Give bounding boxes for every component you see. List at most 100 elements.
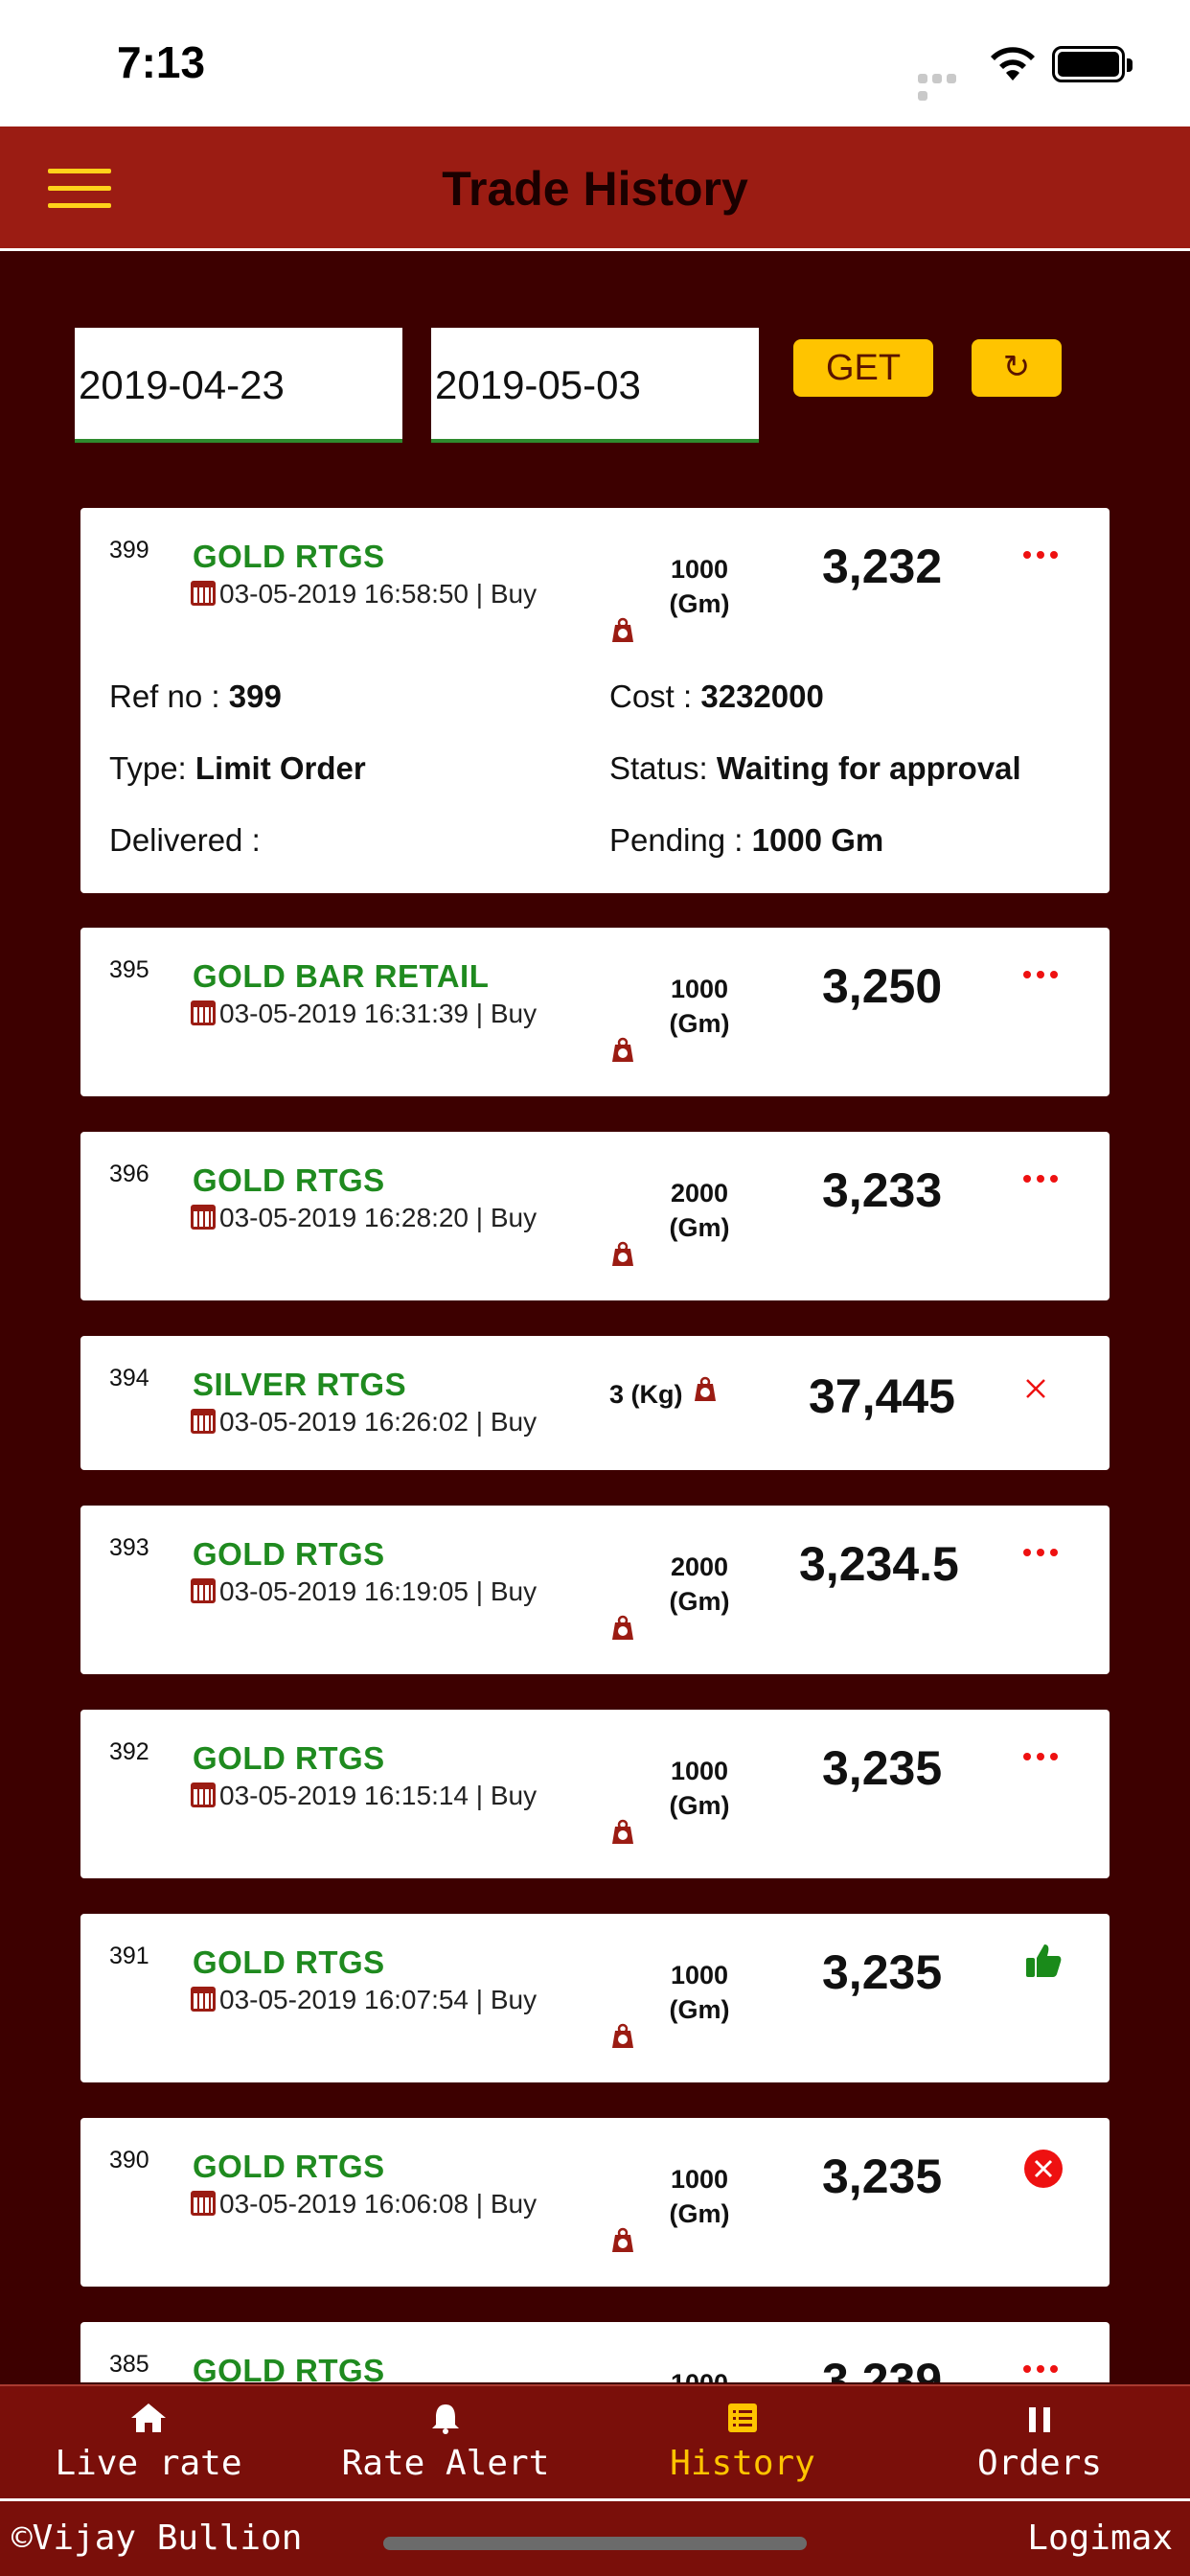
refresh-icon: ↻ bbox=[1002, 349, 1031, 385]
trade-card[interactable]: 392 GOLD RTGS 03-05-2019 16:15:14 | Buy … bbox=[80, 1710, 1110, 1878]
trade-datetime: 03-05-2019 16:06:08 | Buy bbox=[191, 2189, 537, 2220]
calendar-icon bbox=[191, 1578, 216, 1603]
calendar-icon bbox=[191, 581, 216, 606]
product-name: GOLD RTGS bbox=[193, 2353, 385, 2382]
trade-list[interactable]: 399 GOLD RTGS 03-05-2019 16:58:50 | Buy … bbox=[80, 508, 1110, 2382]
pause-icon bbox=[1029, 2407, 1050, 2432]
wifi-icon bbox=[991, 47, 1035, 80]
bottom-nav: Live rate Rate Alert History Orders bbox=[0, 2384, 1190, 2501]
home-icon bbox=[131, 2404, 166, 2432]
trade-card[interactable]: 391 GOLD RTGS 03-05-2019 16:07:54 | Buy … bbox=[80, 1914, 1110, 2082]
bell-icon bbox=[432, 2404, 459, 2434]
battery-icon bbox=[1052, 46, 1133, 82]
order-type: Type: Limit Order bbox=[109, 750, 366, 786]
trade-datetime: 03-05-2019 16:19:05 | Buy bbox=[191, 1576, 537, 1607]
calendar-icon bbox=[191, 1409, 216, 1434]
trade-quantity: 1000 (Gm) bbox=[669, 1757, 730, 1820]
weight-scale-icon bbox=[612, 617, 633, 642]
get-button[interactable]: GET bbox=[793, 339, 933, 397]
weight-scale-icon bbox=[612, 1241, 633, 1266]
trade-rate: 37,445 bbox=[809, 1369, 955, 1423]
weight-scale-icon bbox=[612, 1037, 633, 1062]
weight-scale-icon bbox=[612, 1819, 633, 1844]
trade-card[interactable]: 395 GOLD BAR RETAIL 03-05-2019 16:31:39 … bbox=[80, 928, 1110, 1096]
app-header: Trade History bbox=[0, 126, 1190, 251]
delivered: Delivered : bbox=[109, 822, 261, 858]
product-name: GOLD RTGS bbox=[193, 1740, 385, 1776]
trade-number: 392 bbox=[109, 1738, 149, 1765]
product-name: GOLD BAR RETAIL bbox=[193, 958, 490, 994]
product-name: GOLD RTGS bbox=[193, 539, 385, 574]
calendar-icon bbox=[191, 1000, 216, 1025]
cost: Cost : 3232000 bbox=[609, 678, 824, 714]
trade-quantity: 1000 (Gm) bbox=[669, 1961, 730, 2024]
trade-quantity: 1000 (Gm) bbox=[669, 975, 730, 1038]
footer-brand: Logimax bbox=[1027, 2518, 1173, 2558]
trade-datetime: 03-05-2019 16:28:20 | Buy bbox=[191, 1203, 537, 1233]
pending: Pending : 1000 Gm bbox=[609, 822, 884, 858]
product-name: GOLD RTGS bbox=[193, 2149, 385, 2184]
trade-card[interactable]: 394 SILVER RTGS 03-05-2019 16:26:02 | Bu… bbox=[80, 1336, 1110, 1470]
calendar-icon bbox=[191, 1205, 216, 1230]
trade-number: 385 bbox=[109, 2351, 149, 2378]
trade-card[interactable]: 393 GOLD RTGS 03-05-2019 16:19:05 | Buy … bbox=[80, 1506, 1110, 1674]
more-options-icon[interactable] bbox=[1023, 2360, 1064, 2378]
order-status: Status: Waiting for approval bbox=[609, 750, 1021, 786]
product-name: SILVER RTGS bbox=[193, 1367, 407, 1402]
footer-copyright: ©Vijay Bullion bbox=[11, 2518, 303, 2558]
from-date-input[interactable]: 2019-04-23 bbox=[75, 328, 402, 443]
trade-datetime: 03-05-2019 16:31:39 | Buy bbox=[191, 999, 537, 1029]
trade-quantity: 2000 (Gm) bbox=[669, 1179, 730, 1242]
trade-quantity: 1000 bbox=[652, 2366, 747, 2382]
trade-datetime: 03-05-2019 16:58:50 | Buy bbox=[191, 579, 537, 610]
more-options-icon[interactable] bbox=[1023, 546, 1064, 564]
weight-scale-icon bbox=[612, 1615, 633, 1640]
weight-scale-icon bbox=[612, 2023, 633, 2048]
trade-datetime: 03-05-2019 16:07:54 | Buy bbox=[191, 1985, 537, 2015]
trade-quantity: 3 (Kg) bbox=[609, 1380, 683, 1409]
trade-rate: 3,234.5 bbox=[799, 1537, 959, 1591]
trade-number: 390 bbox=[109, 2147, 149, 2174]
trade-datetime: 03-05-2019 16:26:02 | Buy bbox=[191, 1407, 537, 1438]
trade-number: 391 bbox=[109, 1943, 149, 1969]
ref-no: Ref no : 399 bbox=[109, 678, 282, 714]
nav-rate-alert[interactable]: Rate Alert bbox=[297, 2386, 594, 2501]
trade-number: 395 bbox=[109, 956, 149, 983]
close-icon[interactable] bbox=[1023, 1376, 1048, 1401]
more-options-icon[interactable] bbox=[1023, 1748, 1064, 1765]
trade-card[interactable]: 399 GOLD RTGS 03-05-2019 16:58:50 | Buy … bbox=[80, 508, 1110, 893]
nav-orders[interactable]: Orders bbox=[891, 2386, 1188, 2501]
trade-card[interactable]: 390 GOLD RTGS 03-05-2019 16:06:08 | Buy … bbox=[80, 2118, 1110, 2287]
rejected-icon bbox=[1024, 2150, 1063, 2188]
status-time: 7:13 bbox=[117, 37, 206, 87]
status-bar: 7:13 bbox=[0, 0, 1190, 126]
trade-datetime: 03-05-2019 16:15:14 | Buy bbox=[191, 1781, 537, 1811]
list-icon bbox=[728, 2404, 757, 2432]
more-options-icon[interactable] bbox=[1023, 1544, 1064, 1561]
trade-card[interactable]: 385 GOLD RTGS 1000 3,239 bbox=[80, 2322, 1110, 2382]
trade-number: 396 bbox=[109, 1161, 149, 1187]
home-indicator[interactable] bbox=[383, 2537, 807, 2550]
product-name: GOLD RTGS bbox=[193, 1162, 385, 1198]
nav-live-rate[interactable]: Live rate bbox=[0, 2386, 297, 2501]
trade-card[interactable]: 396 GOLD RTGS 03-05-2019 16:28:20 | Buy … bbox=[80, 1132, 1110, 1300]
refresh-button[interactable]: ↻ bbox=[972, 339, 1062, 397]
calendar-icon bbox=[191, 1987, 216, 2012]
page-title: Trade History bbox=[442, 162, 748, 216]
more-options-icon[interactable] bbox=[1023, 1170, 1064, 1187]
calendar-icon bbox=[191, 1782, 216, 1807]
product-name: GOLD RTGS bbox=[193, 1536, 385, 1572]
more-options-icon[interactable] bbox=[1023, 966, 1064, 983]
to-date-input[interactable]: 2019-05-03 bbox=[431, 328, 759, 443]
trade-number: 394 bbox=[109, 1365, 149, 1392]
signal-icon bbox=[918, 71, 973, 101]
trade-number: 393 bbox=[109, 1534, 149, 1561]
thumbs-up-icon bbox=[1026, 1944, 1062, 1977]
trade-number: 399 bbox=[109, 537, 149, 564]
weight-scale-icon bbox=[695, 1376, 716, 1401]
nav-history[interactable]: History bbox=[594, 2386, 891, 2501]
weight-scale-icon bbox=[612, 2227, 633, 2252]
calendar-icon bbox=[191, 2191, 216, 2216]
trade-quantity: 1000 (Gm) bbox=[669, 2165, 730, 2228]
trade-quantity: 2000 (Gm) bbox=[669, 1552, 730, 1616]
